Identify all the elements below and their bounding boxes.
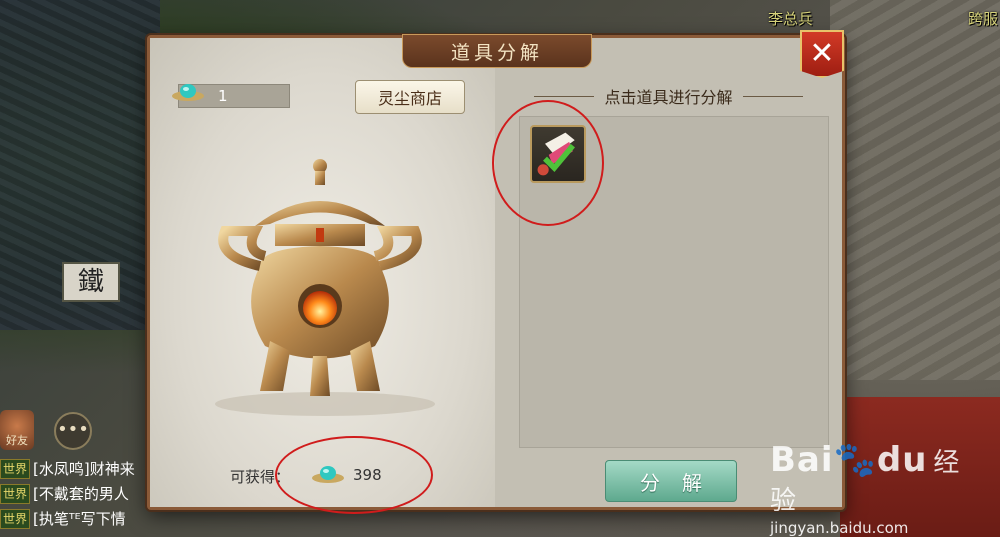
chat-line: 世界 [执笔ᵀᴱ写下情 xyxy=(0,506,150,531)
divider xyxy=(742,95,803,97)
channel-tag: 世界 xyxy=(0,458,31,479)
dust-count: 1 xyxy=(218,87,228,105)
chat-bubble-icon[interactable]: ••• xyxy=(54,412,92,450)
close-icon[interactable]: ✕ xyxy=(800,30,844,78)
chat-text: [水凤鸣]财神来 xyxy=(33,460,135,478)
watermark-logo: Bai xyxy=(770,440,834,480)
baidu-watermark: Bai🐾du 经验 jingyan.baidu.com xyxy=(770,440,980,537)
dialog-title: 道具分解 xyxy=(402,34,592,68)
watermark-logo-suffix: du xyxy=(876,440,928,480)
watermark-url: jingyan.baidu.com xyxy=(770,519,909,537)
channel-tag: 世界 xyxy=(0,483,31,504)
shop-sign: 鐵 xyxy=(62,262,120,302)
roof-right xyxy=(830,0,1000,380)
paw-icon: 🐾 xyxy=(833,440,877,480)
npc-name-2[interactable]: 跨服 xyxy=(968,8,998,29)
hint-text: 点击道具进行分解 xyxy=(604,88,733,107)
friends-label: 好友 xyxy=(6,434,28,447)
right-pane: 点击道具进行分解 分解 xyxy=(492,38,842,507)
censer-icon xyxy=(215,159,435,416)
spirit-dust-icon xyxy=(172,84,204,101)
chat-text: [执笔ᵀᴱ写下情 xyxy=(33,510,126,528)
chat-line: 世界 [水凤鸣]财神来 xyxy=(0,456,150,481)
divider xyxy=(534,95,595,97)
left-pane: 1 灵尘商店 可获得： 398 xyxy=(150,38,495,514)
channel-tag: 世界 xyxy=(0,508,31,529)
spirit-dust-shop-button[interactable]: 灵尘商店 xyxy=(355,80,465,114)
npc-name-1[interactable]: 李总兵 xyxy=(768,8,813,29)
chat-line: 世界 [不戴套的男人 xyxy=(0,481,150,506)
friends-button[interactable]: 好友 xyxy=(0,410,34,450)
annotation-circle xyxy=(492,100,604,226)
decompose-button[interactable]: 分解 xyxy=(605,460,737,502)
annotation-circle xyxy=(275,436,433,514)
item-decompose-dialog: 1 灵尘商店 可获得： 398 点击道具进行分解 分解 道具分解 ✕ xyxy=(147,30,845,514)
chat-text: [不戴套的男人 xyxy=(33,485,129,503)
chat-panel[interactable]: 世界 [水凤鸣]财神来 世界 [不戴套的男人 世界 [执笔ᵀᴱ写下情 xyxy=(0,456,150,531)
